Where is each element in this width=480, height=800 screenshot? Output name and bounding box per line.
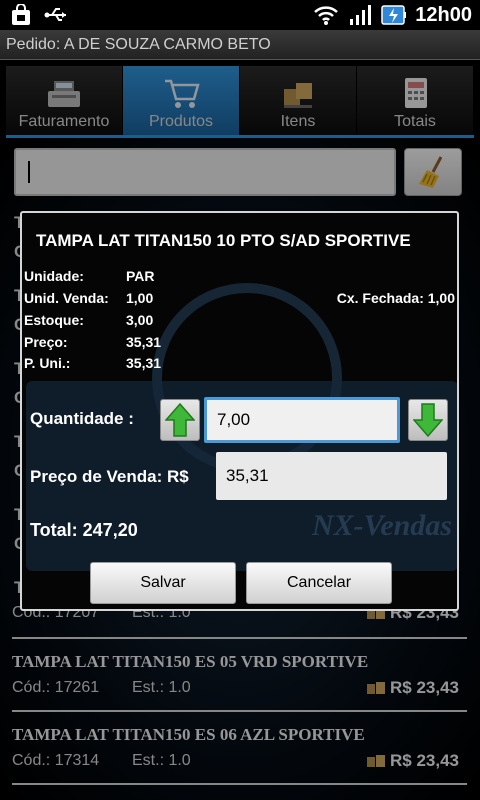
info-value: 35,31 — [126, 334, 162, 350]
info-value: 3,00 — [126, 312, 154, 328]
quantity-value: 7,00 — [217, 410, 251, 429]
info-preco: Preço: 35,31 — [24, 334, 161, 350]
info-unidade: Unidade: PAR — [24, 268, 155, 284]
info-value: 35,31 — [126, 355, 162, 371]
info-label: Unid. Venda: — [24, 290, 109, 306]
sale-price-label: Preço de Venda: R$ — [30, 467, 189, 486]
arrow-up-icon — [165, 402, 195, 437]
info-preco-unitario: P. Uni.: 35,31 — [24, 355, 161, 371]
info-label: P. Uni.: — [24, 355, 71, 371]
battery-charging-icon — [381, 5, 407, 25]
cancel-button[interactable]: Cancelar — [246, 562, 392, 604]
info-unid-venda: Unid. Venda: 1,00 — [24, 290, 153, 306]
brand-watermark: NX-Vendas — [312, 509, 453, 542]
quantity-input[interactable]: 7,00 — [204, 397, 400, 443]
sale-price-input[interactable]: 35,31 — [216, 452, 447, 500]
quantity-dialog: TAMPA LAT TITAN150 10 PTO S/AD SPORTIVE … — [20, 211, 459, 611]
info-label: Preço: — [24, 334, 68, 350]
order-title: Pedido: A DE SOUZA CARMO BETO — [6, 35, 271, 53]
info-label: Unidade: — [24, 268, 84, 284]
sale-price-value: 35,31 — [226, 466, 269, 485]
info-value: PAR — [126, 268, 155, 284]
info-cx-fechada: Cx. Fechada: 1,00 — [336, 290, 455, 306]
usb-icon — [44, 8, 66, 21]
info-value: 1,00 — [126, 290, 154, 306]
arrow-down-icon — [413, 403, 443, 438]
clock: 12h00 — [415, 3, 472, 26]
dialog-title: TAMPA LAT TITAN150 10 PTO S/AD SPORTIVE — [36, 231, 411, 250]
signal-icon — [350, 5, 372, 25]
info-estoque: Estoque: 3,00 — [24, 312, 153, 328]
status-bar: 12h00 — [0, 0, 480, 30]
save-button[interactable]: Salvar — [90, 562, 236, 604]
order-total: Total: 247,20 — [30, 520, 138, 540]
quantity-label: Quantidade : — [30, 409, 134, 428]
decrease-quantity-button[interactable] — [408, 399, 448, 441]
increase-quantity-button[interactable] — [160, 399, 200, 441]
wifi-icon — [314, 6, 339, 25]
shopping-bag-icon — [12, 4, 30, 25]
info-label: Estoque: — [24, 312, 84, 328]
order-title-bar: Pedido: A DE SOUZA CARMO BETO — [0, 30, 480, 60]
